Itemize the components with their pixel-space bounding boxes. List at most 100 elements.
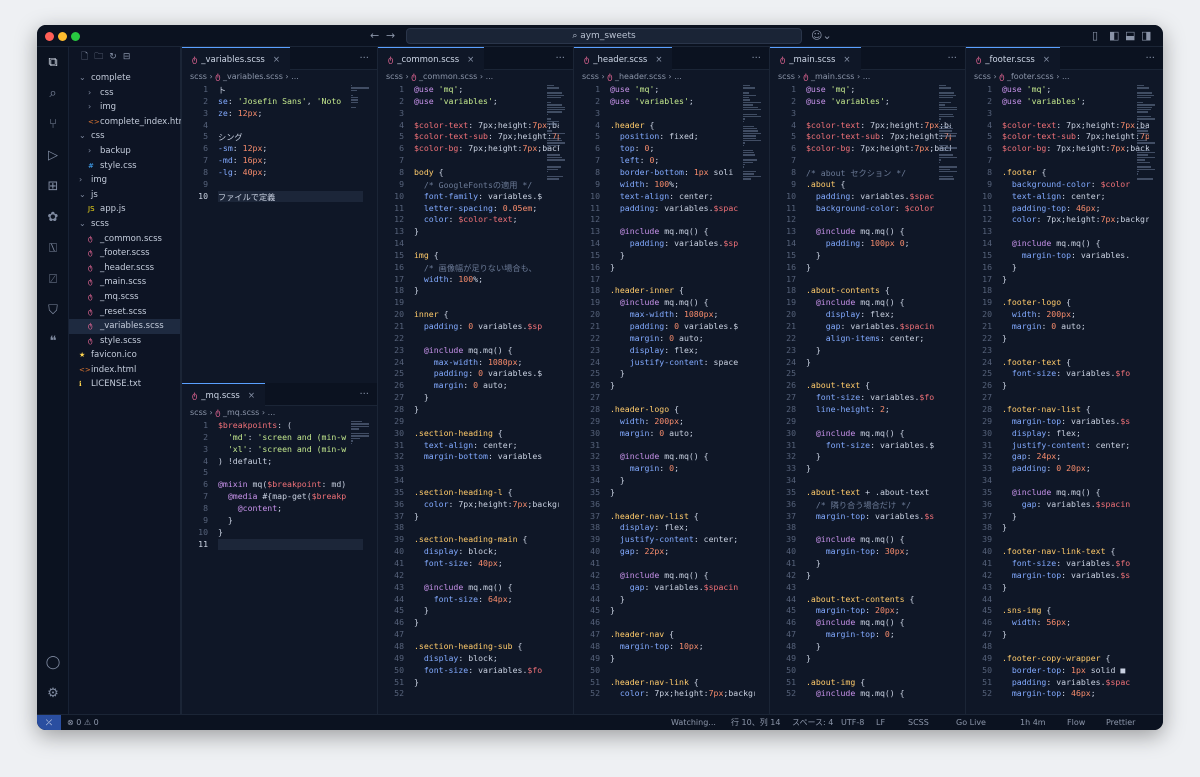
code-line[interactable]: -sm: 12px; (218, 143, 363, 153)
code-line[interactable]: background-color: $color (806, 203, 951, 213)
code-line[interactable]: } (1002, 582, 1149, 592)
code-line[interactable]: } (1002, 511, 1149, 521)
breadcrumb-file[interactable]: _common.scss (419, 72, 477, 81)
code-line[interactable]: @include mq.mq() { (806, 226, 951, 236)
editor-pane[interactable]: ტ _header.scss × ··· scss › ტ _header.scss ›… (573, 47, 769, 714)
code-line[interactable]: } (218, 527, 363, 537)
code-line[interactable]: } (1002, 274, 1149, 284)
editor-tab[interactable]: ტ _header.scss × (574, 47, 673, 70)
more-actions-icon[interactable]: ··· (359, 383, 369, 406)
code-line[interactable]: ze: 12px; (218, 108, 363, 118)
code-line[interactable]: font-size: variables.$fo (806, 392, 951, 402)
code-line[interactable]: } (610, 594, 755, 604)
code-line[interactable]: margin-top: 30px; (806, 546, 951, 556)
code-line[interactable]: } (610, 262, 755, 272)
code-line[interactable]: img { (414, 250, 559, 260)
code-line[interactable]: } (414, 392, 559, 402)
editor-tab[interactable]: ტ _footer.scss × (966, 47, 1060, 70)
code-line[interactable]: -lg: 40px; (218, 167, 363, 177)
code-line[interactable]: @include mq.mq() { (806, 617, 951, 627)
extensions-icon[interactable]: ⊞ (43, 177, 63, 197)
code-line[interactable]: left: 0; (610, 155, 755, 165)
copilot-icon[interactable]: ☺⌄ (811, 28, 832, 44)
editor-pane[interactable]: ტ _common.scss × ··· scss › ტ _common.scss ›… (377, 47, 573, 714)
code-line[interactable]: } (1002, 380, 1149, 390)
code-line[interactable]: ファイルで定義 (218, 191, 363, 203)
code-line[interactable]: /* 隣り合う場合だけ */ (806, 499, 951, 511)
code-line[interactable]: padding: 0 variables.$ (414, 368, 559, 378)
gear-icon[interactable]: ⚙ (43, 684, 63, 704)
code-line[interactable]: $color-text: 7px;height:7px;background:#… (806, 120, 951, 130)
close-icon[interactable]: × (1043, 55, 1050, 65)
code-line[interactable]: se: 'Josefin Sans', 'Noto (218, 96, 363, 106)
collapse-all-icon[interactable]: ⊟ (123, 52, 131, 62)
code-line[interactable]: } (1002, 522, 1149, 532)
code-line[interactable]: @use 'mq'; (610, 84, 755, 94)
breadcrumb[interactable]: scss › ტ _common.scss › ... (378, 70, 573, 84)
code-line[interactable]: } (806, 262, 951, 272)
refresh-icon[interactable]: ↻ (109, 52, 117, 62)
paw-icon[interactable]: ✿ (43, 208, 63, 228)
breadcrumb-symbol[interactable]: ... (863, 72, 871, 81)
code-line[interactable]: } (610, 653, 755, 663)
code-line[interactable]: @use 'variables'; (610, 96, 755, 106)
minimap[interactable] (1137, 84, 1159, 714)
code-line[interactable]: $color-text-sub: 7px;height:7px;backgrou… (806, 131, 951, 141)
code-line[interactable]: gap: variables.$spacin (806, 321, 951, 331)
code-line[interactable]: margin-top: variables. (1002, 250, 1149, 260)
code-line[interactable]: /* 画像幅が足りない場合も、 (414, 262, 559, 274)
tree-item[interactable]: ტ _variables.scss (69, 319, 180, 334)
code-line[interactable]: .header-nav { (610, 629, 755, 639)
breadcrumb[interactable]: scss › ტ _variables.scss › ... (182, 70, 377, 84)
code-line[interactable]: @include mq.mq() { (610, 570, 755, 580)
breadcrumb[interactable]: scss › ტ _header.scss › ... (574, 70, 769, 84)
timer-status[interactable]: 1h 4m (1020, 715, 1046, 730)
close-icon[interactable]: × (843, 55, 850, 65)
code-line[interactable]: justify-content: center; (610, 534, 755, 544)
tree-item[interactable]: ტ style.scss (69, 334, 180, 349)
code-line[interactable]: font-family: variables.$ (414, 191, 559, 201)
code-line[interactable]: align-items: center; (806, 333, 951, 343)
remote-explorer-icon[interactable]: ⍁ (43, 270, 63, 290)
code-line[interactable]: @include mq.mq() { (414, 345, 559, 355)
code-line[interactable]: color: $color-text; (414, 214, 559, 224)
tree-item[interactable]: ტ _main.scss (69, 275, 180, 290)
code-line[interactable]: .about-text-contents { (806, 594, 951, 604)
breadcrumb-folder[interactable]: scss (190, 408, 207, 417)
code-line[interactable]: margin-top: 0; (806, 629, 951, 639)
code-line[interactable]: } (1002, 333, 1149, 343)
breadcrumb-symbol[interactable]: ... (486, 72, 494, 81)
code-line[interactable]: padding: 0 variables.$ (610, 321, 755, 331)
code-line[interactable]: color: 7px;height:7px;background:#fff;bo… (1002, 214, 1149, 224)
tree-item[interactable]: ⌄ js (69, 188, 180, 203)
code-line[interactable]: .sns-img { (1002, 605, 1149, 615)
code-line[interactable]: border-top: 1px solid ■ (1002, 665, 1149, 675)
code-line[interactable]: font-size: variables.$fo (1002, 558, 1149, 568)
code-line[interactable]: .header-inner { (610, 285, 755, 295)
code-line[interactable]: } (1002, 629, 1149, 639)
code-line[interactable]: @include mq.mq() { (610, 297, 755, 307)
code-line[interactable]: text-align: center; (414, 440, 559, 450)
code-line[interactable]: margin: 0; (610, 463, 755, 473)
tree-item[interactable]: <>complete_index.html (69, 115, 189, 130)
minimap[interactable] (547, 84, 569, 714)
breadcrumb-folder[interactable]: scss (190, 72, 207, 81)
code-area[interactable]: 1 @use 'mq'; 2 @use 'variables'; 3 4 $color-te… (966, 84, 1163, 714)
command-center-search[interactable]: ⌕ aym_sweets (406, 28, 802, 44)
code-line[interactable]: /* GoogleFontsの適用 */ (414, 179, 559, 191)
code-line[interactable]: } (806, 558, 951, 568)
close-icon[interactable]: × (273, 55, 280, 65)
code-line[interactable]: .section-heading { (414, 428, 559, 438)
tree-item[interactable]: ℹ LICENSE.txt (69, 377, 180, 392)
editor-pane[interactable]: ტ _main.scss × ··· scss › ტ _main.scss › ...… (769, 47, 965, 714)
code-line[interactable]: @content; (218, 503, 363, 513)
maximize-window-button[interactable] (71, 32, 80, 41)
minimap[interactable] (351, 420, 373, 714)
remote-icon[interactable]: ⍂ (43, 239, 63, 259)
code-line[interactable]: .about { (806, 179, 951, 189)
code-line[interactable]: font-size: variables.$fo (1002, 368, 1149, 378)
code-line[interactable]: .about-contents { (806, 285, 951, 295)
code-line[interactable]: } (806, 357, 951, 367)
new-file-icon[interactable]: 🗋 (81, 49, 88, 65)
tree-item[interactable]: › img (69, 100, 180, 115)
